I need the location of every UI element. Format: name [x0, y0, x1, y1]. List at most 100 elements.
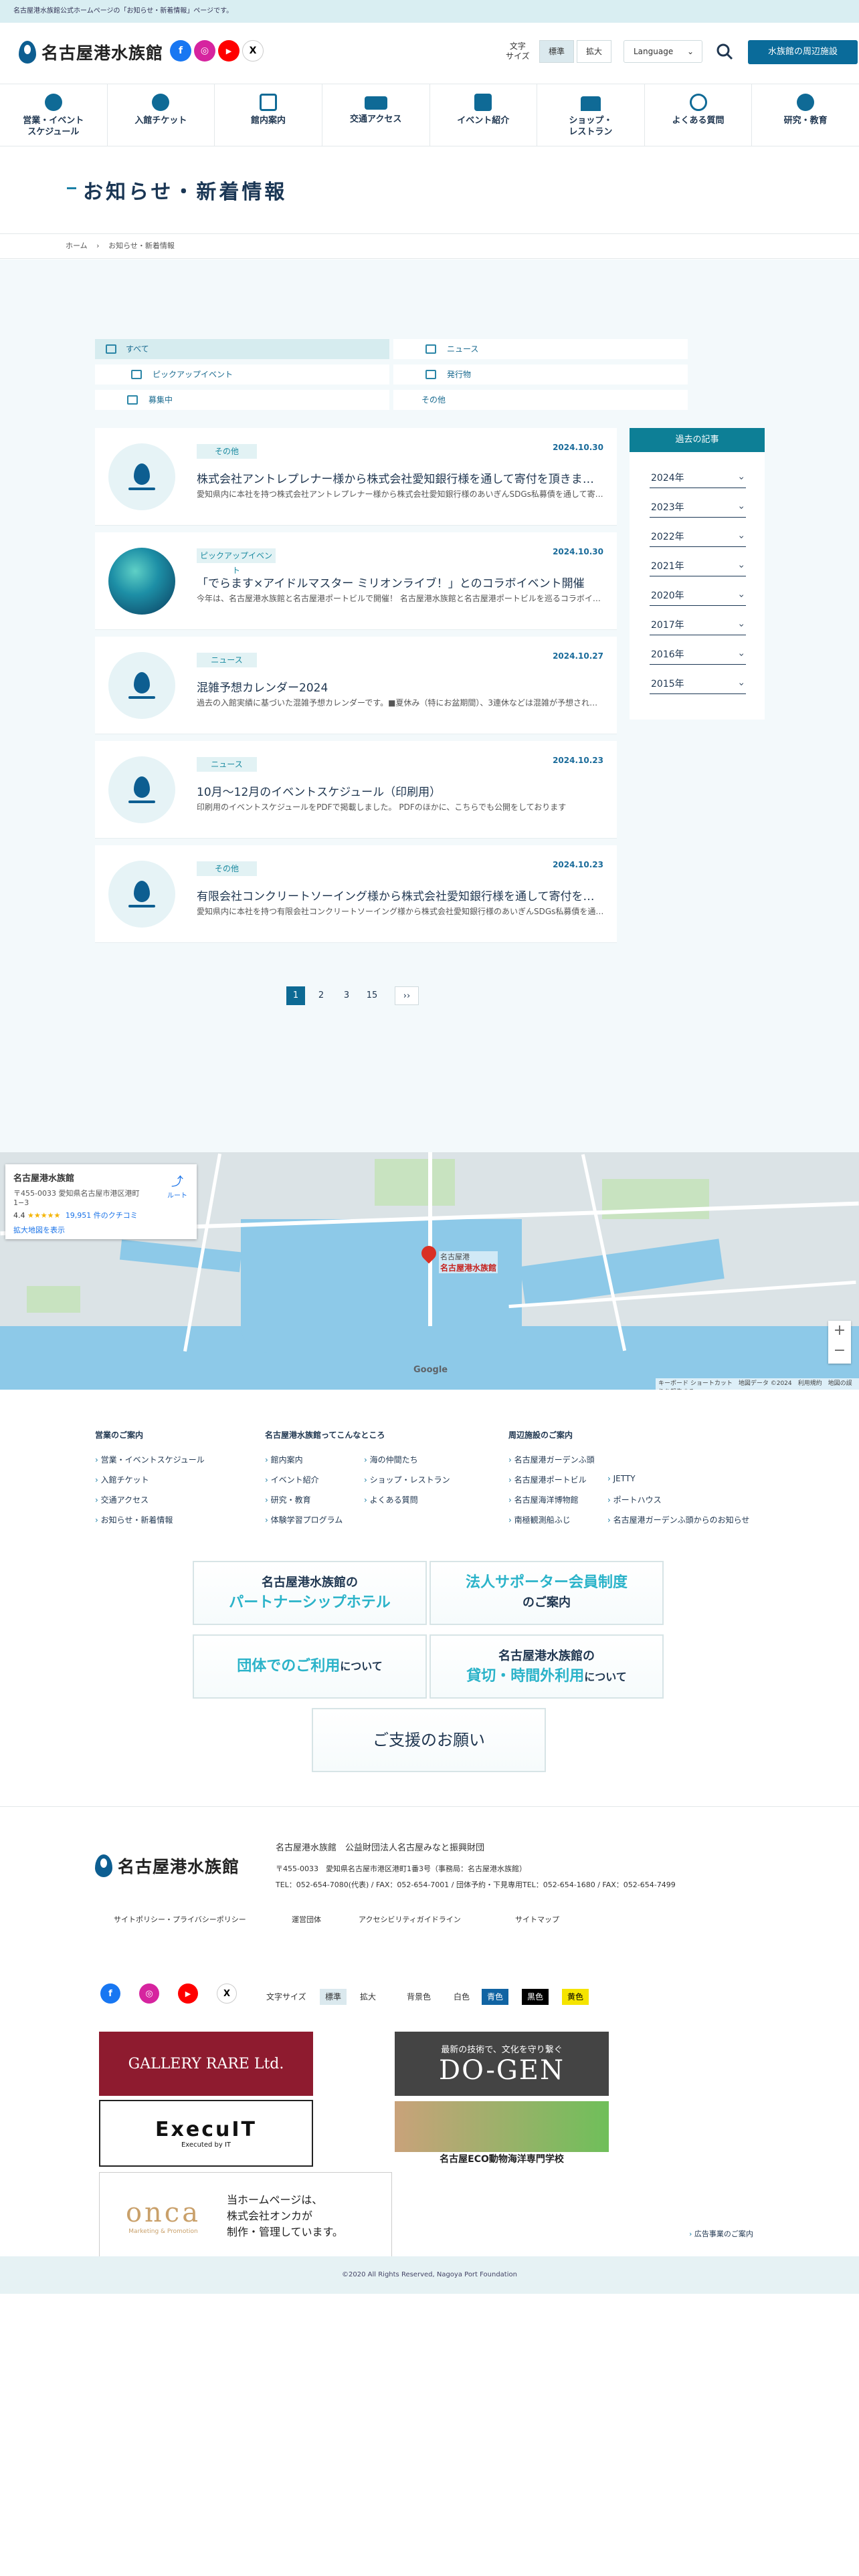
bg-blue-button[interactable]: 青色: [482, 1989, 509, 2005]
pager-page[interactable]: 3: [337, 986, 356, 1005]
nav-schedule[interactable]: 営業・イベント スケジュール: [0, 84, 108, 146]
facebook-icon[interactable]: f: [100, 1983, 120, 2004]
bg-black-button[interactable]: 黒色: [522, 1989, 549, 2005]
footer-link[interactable]: 研究・教育: [265, 1494, 311, 1505]
pager-next[interactable]: ››: [395, 986, 419, 1005]
footer-operator-link[interactable]: 運営団体: [292, 1914, 321, 1925]
language-select[interactable]: Language ⌄: [624, 40, 702, 63]
nav-access[interactable]: 交通アクセス: [322, 84, 430, 146]
footer-link[interactable]: お知らせ・新着情報: [95, 1514, 173, 1525]
pager-page[interactable]: 2: [312, 986, 330, 1005]
news-title: 株式会社アントレプレナー様から株式会社愛知銀行様を通して寄付を頂きました: [197, 473, 605, 486]
nav-tickets[interactable]: 入館チケット: [108, 84, 215, 146]
pager-page[interactable]: 15: [363, 986, 381, 1005]
footer-link[interactable]: 南極観測船ふじ: [508, 1514, 571, 1525]
archive-year[interactable]: 2017年: [650, 614, 746, 635]
google-map[interactable]: 名古屋港 名古屋港水族館 名古屋港水族館 〒455-0033 愛知県名古屋市港区…: [0, 1152, 859, 1390]
bg-yellow-button[interactable]: 黄色: [562, 1989, 589, 2005]
archive-year[interactable]: 2022年: [650, 526, 746, 547]
ad-gallery-rare[interactable]: GALLERY RARE Ltd.: [99, 2032, 313, 2096]
breadcrumb-home[interactable]: ホーム: [66, 241, 88, 250]
nav-shop-restaurant[interactable]: ショップ・ レストラン: [537, 84, 645, 146]
footer-font-large-button[interactable]: 拡大: [355, 1989, 381, 2005]
footer-link[interactable]: 海の仲間たち: [364, 1454, 418, 1465]
filter-other[interactable]: その他: [393, 390, 688, 410]
news-item[interactable]: ニュース 2024.10.23 10月～12月のイベントスケジュール（印刷用） …: [95, 741, 617, 839]
footer-link[interactable]: 交通アクセス: [95, 1494, 149, 1505]
news-item[interactable]: ピックアップイベント 2024.10.30 「でらます×アイドルマスター ミリオ…: [95, 532, 617, 630]
font-large-button[interactable]: 拡大: [577, 40, 611, 63]
youtube-icon[interactable]: ▶: [178, 1983, 198, 2004]
ad-onca[interactable]: onca Marketing & Promotion 当ホームページは、 株式会…: [99, 2172, 392, 2260]
shop-icon: [580, 96, 601, 111]
news-item[interactable]: その他 2024.10.30 株式会社アントレプレナー様から株式会社愛知銀行様を…: [95, 428, 617, 526]
instagram-icon[interactable]: ◎: [194, 40, 215, 62]
footer-link[interactable]: 営業・イベントスケジュール: [95, 1454, 205, 1465]
footer-link[interactable]: 名古屋港ガーデンふ頭: [508, 1454, 595, 1465]
footer-link[interactable]: 体験学習プログラム: [265, 1514, 343, 1525]
footer-link[interactable]: 名古屋港ガーデンふ頭からのお知らせ: [607, 1514, 750, 1525]
zoom-in-icon[interactable]: +: [828, 1321, 851, 1341]
filter-all[interactable]: すべて: [95, 339, 389, 359]
private-use-banner[interactable]: 名古屋港水族館の 貸切・時間外利用について: [430, 1634, 664, 1699]
bg-white-button[interactable]: 白色: [448, 1989, 475, 2005]
nav-research[interactable]: 研究・教育: [752, 84, 859, 146]
ad-eco-school[interactable]: 名古屋ECO動物海洋専門学校: [395, 2100, 609, 2167]
filter-publications[interactable]: 発行物: [393, 364, 688, 385]
route-button[interactable]: ⤴ ルート: [167, 1172, 187, 1200]
font-standard-button[interactable]: 標準: [539, 40, 574, 63]
filter-news[interactable]: ニュース: [393, 339, 688, 359]
footer-link[interactable]: ショップ・レストラン: [364, 1474, 450, 1485]
instagram-icon[interactable]: ◎: [139, 1983, 159, 2004]
archive-year[interactable]: 2016年: [650, 643, 746, 665]
footer-org: 名古屋港水族館 公益財団法人名古屋みなと振興財団: [276, 1843, 485, 1853]
enlarge-map-link[interactable]: 拡大地図を表示: [13, 1224, 189, 1235]
archive-year[interactable]: 2024年: [650, 467, 746, 488]
nav-faq[interactable]: よくある質問: [645, 84, 753, 146]
ad-dogen[interactable]: 最新の技術で、文化を守り繋ぐ DO-GEN: [395, 2032, 609, 2096]
x-icon[interactable]: X: [242, 40, 264, 62]
donation-banner[interactable]: ご支援のお願い: [312, 1708, 546, 1772]
nav-events[interactable]: イベント紹介: [430, 84, 538, 146]
facebook-icon[interactable]: f: [170, 40, 191, 62]
reviews-link[interactable]: 19,951 件のクチコミ: [66, 1211, 138, 1220]
footer-policy-link[interactable]: サイトポリシー・プライバシーポリシー: [114, 1914, 246, 1925]
footer-link[interactable]: JETTY: [607, 1474, 636, 1483]
footer-logo[interactable]: 名古屋港水族館: [95, 1854, 240, 1878]
search-icon[interactable]: [714, 41, 735, 62]
footer-link[interactable]: 館内案内: [265, 1454, 303, 1465]
footer-accessibility-link[interactable]: アクセシビリティガイドライン: [359, 1914, 461, 1925]
footer-link[interactable]: イベント紹介: [265, 1474, 319, 1485]
x-icon[interactable]: X: [217, 1983, 237, 2004]
ad-info-link[interactable]: 広告事業のご案内: [689, 2228, 753, 2239]
footer-link[interactable]: 名古屋港ポートビル: [508, 1474, 587, 1485]
corporate-supporter-banner[interactable]: 法人サポーター会員制度 のご案内: [430, 1561, 664, 1625]
footer-font-standard-button[interactable]: 標準: [320, 1989, 347, 2005]
nav-floor-guide[interactable]: 館内案内: [215, 84, 322, 146]
site-logo[interactable]: 名古屋港水族館: [19, 40, 163, 64]
footer-link[interactable]: よくある質問: [364, 1494, 418, 1505]
group-use-banner[interactable]: 団体でのご利用 について: [193, 1634, 427, 1699]
zoom-out-icon[interactable]: −: [828, 1341, 851, 1361]
news-item[interactable]: ニュース 2024.10.27 混雑予想カレンダー2024 過去の入館実績に基づ…: [95, 637, 617, 734]
map-zoom-control[interactable]: + −: [828, 1321, 851, 1364]
partnership-hotel-banner[interactable]: 名古屋港水族館の パートナーシップホテル: [193, 1561, 427, 1625]
footer-link[interactable]: 名古屋海洋博物館: [508, 1494, 579, 1505]
footer-sitemap-link[interactable]: サイトマップ: [515, 1914, 559, 1925]
archive-year[interactable]: 2020年: [650, 584, 746, 606]
archive-year[interactable]: 2015年: [650, 673, 746, 694]
nearby-facilities-button[interactable]: 水族館の周辺施設: [748, 40, 858, 64]
filter-recruiting[interactable]: 募集中: [95, 390, 389, 410]
pager-page[interactable]: 1: [286, 986, 305, 1005]
archive-year[interactable]: 2021年: [650, 555, 746, 576]
site-header: 名古屋港水族館 f ◎ ▶ X 文字 サイズ 標準 拡大 Language ⌄ …: [0, 23, 859, 84]
news-date: 2024.10.23: [553, 860, 603, 869]
archive-year[interactable]: 2023年: [650, 496, 746, 518]
news-desc: 愛知県内に本社を持つ有限会社コンクリートソーイング様から株式会社愛知銀行様のあい…: [197, 907, 605, 916]
filter-pickup[interactable]: ピックアップイベント: [95, 364, 389, 385]
footer-link[interactable]: 入館チケット: [95, 1474, 149, 1485]
news-item[interactable]: その他 2024.10.23 有限会社コンクリートソーイング様から株式会社愛知銀…: [95, 845, 617, 943]
youtube-icon[interactable]: ▶: [218, 40, 240, 62]
footer-link[interactable]: ポートハウス: [607, 1494, 662, 1505]
ad-execuit[interactable]: ExecuIT Executed by IT: [99, 2100, 313, 2167]
